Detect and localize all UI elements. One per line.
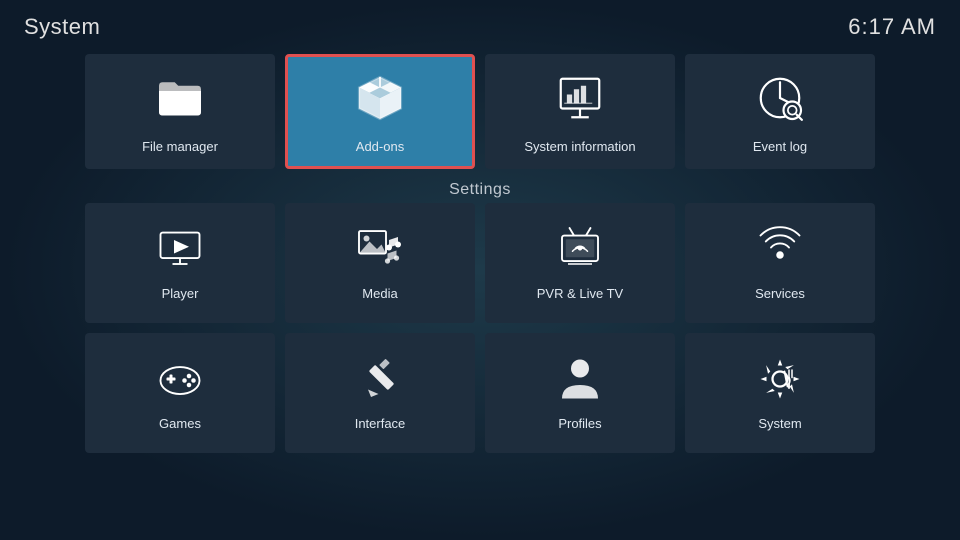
file-manager-label: File manager: [142, 139, 218, 154]
header: System 6:17 AM: [0, 0, 960, 48]
settings-label: Settings: [0, 175, 960, 203]
games-icon: [156, 355, 204, 408]
tile-event-log[interactable]: Event log: [685, 54, 875, 169]
pvr-live-tv-label: PVR & Live TV: [537, 286, 623, 301]
folder-icon: [152, 70, 208, 131]
system-icon: [756, 355, 804, 408]
page-title: System: [24, 14, 100, 40]
settings-row-1: Player Media: [0, 203, 960, 323]
tile-system[interactable]: System: [685, 333, 875, 453]
interface-icon: [356, 355, 404, 408]
tile-interface[interactable]: Interface: [285, 333, 475, 453]
clock: 6:17 AM: [848, 14, 936, 40]
add-ons-label: Add-ons: [356, 139, 404, 154]
tile-system-information[interactable]: System information: [485, 54, 675, 169]
pvr-icon: [556, 225, 604, 278]
event-log-label: Event log: [753, 139, 807, 154]
media-icon: [356, 225, 404, 278]
tile-services[interactable]: Services: [685, 203, 875, 323]
player-label: Player: [162, 286, 199, 301]
media-label: Media: [362, 286, 397, 301]
tile-add-ons[interactable]: Add-ons: [285, 54, 475, 169]
tile-media[interactable]: Media: [285, 203, 475, 323]
interface-label: Interface: [355, 416, 406, 431]
settings-row-2: Games Interface: [0, 333, 960, 453]
eventlog-icon: [752, 70, 808, 131]
services-label: Services: [755, 286, 805, 301]
games-label: Games: [159, 416, 201, 431]
addons-icon: [352, 70, 408, 131]
services-icon: [756, 225, 804, 278]
tile-games[interactable]: Games: [85, 333, 275, 453]
tile-file-manager[interactable]: File manager: [85, 54, 275, 169]
tile-pvr-live-tv[interactable]: PVR & Live TV: [485, 203, 675, 323]
profiles-icon: [556, 355, 604, 408]
profiles-label: Profiles: [558, 416, 601, 431]
main-page: System 6:17 AM File manager: [0, 0, 960, 540]
player-icon: [156, 225, 204, 278]
tile-player[interactable]: Player: [85, 203, 275, 323]
system-label: System: [758, 416, 801, 431]
tile-profiles[interactable]: Profiles: [485, 333, 675, 453]
sysinfo-icon: [552, 70, 608, 131]
top-row: File manager A: [0, 48, 960, 175]
system-information-label: System information: [524, 139, 635, 154]
